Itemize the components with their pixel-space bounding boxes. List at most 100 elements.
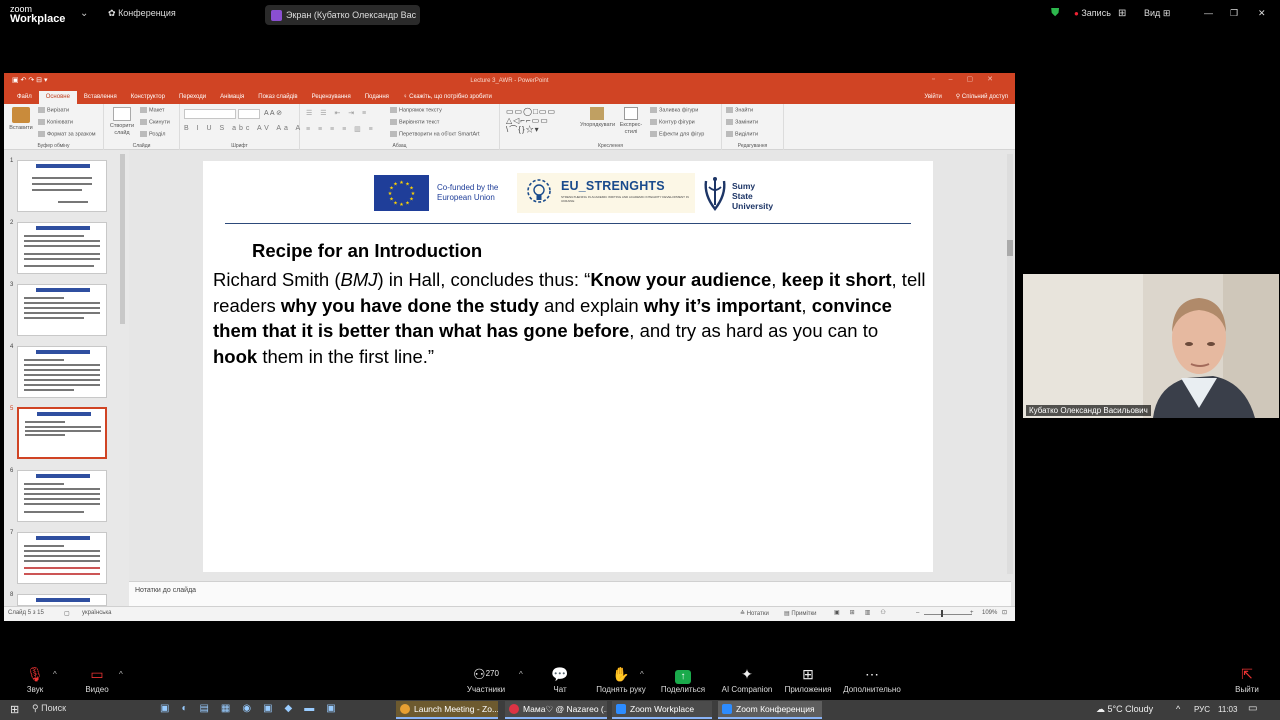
chat-button[interactable]: 💬 Чат xyxy=(545,660,575,700)
section-button[interactable]: Розділ xyxy=(140,131,165,137)
cut-button[interactable]: Вирізати xyxy=(38,107,69,113)
clock[interactable]: 11:03 xyxy=(1218,705,1237,714)
participants-button[interactable]: ⚇270 Участники xyxy=(462,660,510,700)
zoom-level[interactable]: 109% xyxy=(982,610,997,616)
font-format-buttons[interactable]: B I U S abc AV Aa A xyxy=(184,125,303,132)
align-text-button[interactable]: Вирівняти текст xyxy=(390,119,439,125)
slide-body-text[interactable]: Richard Smith (BMJ) in Hall, concludes t… xyxy=(213,267,927,369)
apps-button[interactable]: ⊞ Приложения xyxy=(781,660,835,700)
slide-title[interactable]: Recipe for an Introduction xyxy=(252,240,482,262)
list-buttons[interactable]: ☰ ☰ ⇤ ⇥ ≡ xyxy=(306,109,369,117)
restore-icon[interactable]: ❐ xyxy=(1230,8,1238,19)
zoom-slider-thumb[interactable] xyxy=(941,610,943,617)
zoom-slider[interactable] xyxy=(924,614,972,615)
replace-button[interactable]: Замінити xyxy=(726,119,758,125)
font-name-select[interactable] xyxy=(184,109,236,119)
align-buttons[interactable]: ≡ ≡ ≡ ≡ ▥ ≡ xyxy=(306,125,376,133)
grid-icon[interactable]: ⊞ xyxy=(1118,8,1126,19)
slide-canvas[interactable]: ★ ★ ★ ★ ★ ★ ★ ★ ★ ★ ★ ★ Co-funded by the European… xyxy=(203,161,933,572)
minimize-icon[interactable]: — xyxy=(1204,8,1213,18)
tab-home[interactable]: Основне xyxy=(38,91,77,104)
tab-view[interactable]: Подання xyxy=(358,91,396,104)
thumb-scrollbar[interactable] xyxy=(120,154,125,324)
slide-thumbnail-5[interactable] xyxy=(17,407,107,459)
webcam-video[interactable]: Кубатко Олександр Васильович xyxy=(1023,274,1279,418)
windows-start-icon[interactable]: ⊞ xyxy=(10,703,19,716)
layout-button[interactable]: Макет xyxy=(140,107,165,113)
tell-me-box[interactable]: ♀ Скажіть, що потрібно зробити xyxy=(396,91,499,104)
shapes-gallery[interactable]: ▭▭◯□▭▭ △◁⌐⌐▭▭ \⌒{}☆▾ xyxy=(506,107,572,137)
tab-review[interactable]: Рецензування xyxy=(305,91,358,104)
reactions-caret[interactable]: ^ xyxy=(640,670,644,679)
view-buttons[interactable]: ▣⊞▥⚇ xyxy=(834,609,896,616)
notification-icon[interactable]: ▭ xyxy=(1248,703,1257,714)
font-size-buttons[interactable]: A A ⊘ xyxy=(264,109,282,117)
ai-companion-button[interactable]: ✦ AI Companion xyxy=(718,660,776,700)
slide-thumbnail-7[interactable] xyxy=(17,532,107,584)
tab-transitions[interactable]: Переходи xyxy=(172,91,213,104)
zoom-out-icon[interactable]: – xyxy=(916,610,919,616)
participants-caret[interactable]: ^ xyxy=(519,670,523,679)
taskbar-item-zoom-conference[interactable]: Zoom Конференция xyxy=(718,701,822,719)
tab-insert[interactable]: Вставлення xyxy=(77,91,124,104)
text-direction-button[interactable]: Напрямок тексту xyxy=(390,107,442,113)
format-painter-button[interactable]: Формат за зразком xyxy=(38,131,96,137)
fit-slide-icon[interactable]: ⊡ xyxy=(1002,609,1007,616)
slide-thumbnail-1[interactable] xyxy=(17,160,107,212)
more-button[interactable]: ⋯ Дополнительно xyxy=(840,660,904,700)
language-indicator[interactable]: РУС xyxy=(1194,705,1210,714)
taskbar-item-zoom-workplace[interactable]: Zoom Workplace xyxy=(612,701,712,719)
convert-smartart-button[interactable]: Перетворити на об'єкт SmartArt xyxy=(390,131,480,137)
sign-in-link[interactable]: Увійти xyxy=(917,91,948,104)
chevron-down-icon[interactable]: ⌄ xyxy=(80,8,88,19)
pinned-app-icons[interactable]: ▣◐▤▦◉▣◆▬▣ xyxy=(160,703,348,714)
screen-share-indicator[interactable]: Экран (Кубатко Олександр Вас ⊙ xyxy=(265,5,420,25)
share-screen-button[interactable]: ↑ Поделиться xyxy=(658,660,708,700)
close-icon[interactable]: ✕ xyxy=(1258,8,1266,19)
audio-button[interactable]: 🎙 Звук xyxy=(18,660,52,700)
quick-styles-button[interactable]: Експрес-стилі xyxy=(618,107,644,136)
language-indicator[interactable]: українська xyxy=(82,610,112,616)
tab-slideshow[interactable]: Показ слайдів xyxy=(251,91,304,104)
tab-design[interactable]: Конструктор xyxy=(124,91,172,104)
conference-menu[interactable]: ✿ Конференция xyxy=(108,8,176,19)
taskbar-item-chat[interactable]: Мама♡ @ Nazareo (... xyxy=(505,701,607,719)
slide-thumbnail-3[interactable] xyxy=(17,284,107,336)
notes-pane[interactable]: Нотатки до слайда xyxy=(129,581,1011,606)
main-scrollbar[interactable] xyxy=(1007,154,1013,574)
shape-effects-button[interactable]: Ефекти для фігур xyxy=(650,131,704,137)
save-icon[interactable]: ▣ ↶ ↷ ⊟ ▾ xyxy=(12,76,48,84)
recording-indicator[interactable]: ● Запись xyxy=(1074,8,1111,18)
select-button[interactable]: Виділити xyxy=(726,131,758,137)
notes-toggle[interactable]: ≙ Нотатки xyxy=(740,610,769,617)
share-button[interactable]: ⚲ Спільний доступ xyxy=(949,91,1015,104)
spellcheck-icon[interactable]: ▢ xyxy=(64,610,70,617)
tray-chevron-icon[interactable]: ^ xyxy=(1176,704,1180,714)
slide-thumbnail-6[interactable] xyxy=(17,470,107,522)
reset-button[interactable]: Скинути xyxy=(140,119,170,125)
paste-button[interactable]: Вставити xyxy=(8,107,34,131)
window-controls[interactable]: ▫–▢✕ xyxy=(932,75,1007,83)
audio-options-caret[interactable]: ^ xyxy=(53,670,57,679)
font-size-select[interactable] xyxy=(238,109,260,119)
view-menu[interactable]: Вид ⊞ xyxy=(1144,8,1170,19)
video-options-caret[interactable]: ^ xyxy=(119,670,123,679)
video-button[interactable]: ▭ Видео xyxy=(80,660,114,700)
copy-button[interactable]: Копіювати xyxy=(38,119,73,125)
tab-file[interactable]: Файл xyxy=(10,91,39,104)
shape-outline-button[interactable]: Контур фігури xyxy=(650,119,695,125)
slide-thumbnail-4[interactable] xyxy=(17,346,107,398)
scrollbar-thumb[interactable] xyxy=(1007,240,1013,256)
shape-fill-button[interactable]: Заливка фігури xyxy=(650,107,698,113)
find-button[interactable]: Знайти xyxy=(726,107,753,113)
weather-widget[interactable]: ☁ 5°C Cloudy xyxy=(1096,704,1153,715)
tab-animations[interactable]: Анімація xyxy=(213,91,251,104)
new-slide-button[interactable]: Створити слайд xyxy=(108,107,136,137)
taskbar-item-launch-meeting[interactable]: Launch Meeting - Zo... xyxy=(396,701,498,719)
slide-thumbnail-2[interactable] xyxy=(17,222,107,274)
arrange-button[interactable]: Упорядкувати xyxy=(580,107,615,129)
comments-toggle[interactable]: ▤ Примітки xyxy=(784,610,817,617)
slide-thumbnail-8[interactable] xyxy=(17,594,107,606)
zoom-in-icon[interactable]: + xyxy=(970,610,974,616)
raise-hand-button[interactable]: ✋ Поднять руку xyxy=(592,660,650,700)
